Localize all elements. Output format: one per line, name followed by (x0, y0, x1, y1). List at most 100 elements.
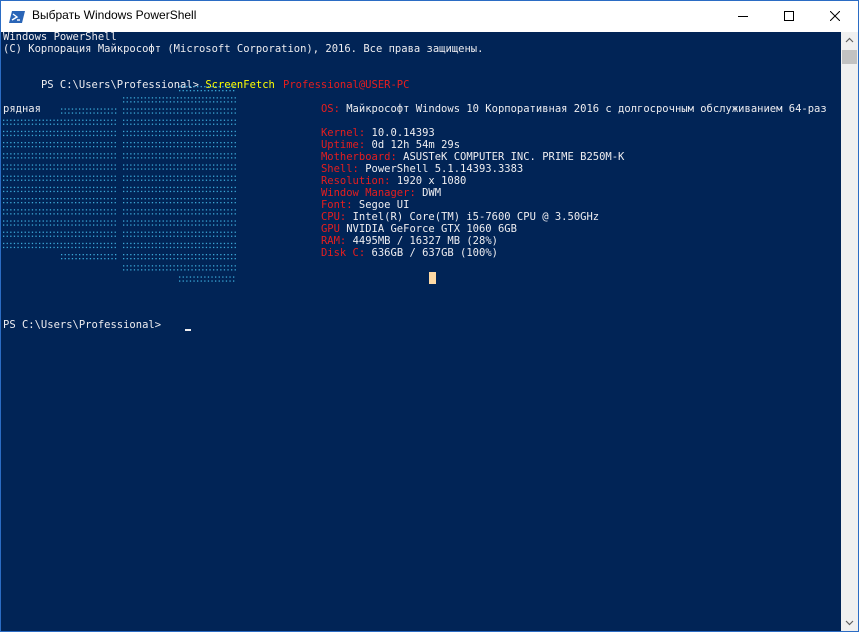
logo-dot (173, 97, 175, 99)
logo-dot (42, 153, 44, 155)
logo-dot (3, 153, 5, 155)
logo-dot (191, 265, 193, 267)
logo-dot (57, 119, 59, 121)
logo-dot (137, 209, 139, 211)
logo-dot (151, 220, 154, 222)
logo-dot (60, 130, 62, 133)
logo-dot (191, 202, 193, 204)
logo-dot (169, 146, 172, 148)
logo-dot (177, 186, 179, 189)
logo-dot (133, 235, 136, 237)
logo-dot (60, 146, 62, 148)
logo-dot (177, 142, 179, 144)
logo-dot (166, 123, 168, 125)
logo-dot (205, 258, 208, 260)
logo-dot (53, 231, 55, 233)
logo-dot (144, 97, 146, 99)
logo-dot (82, 164, 84, 166)
logo-dot (216, 175, 218, 177)
logo-dot (97, 258, 99, 260)
logo-dot (173, 213, 175, 215)
logo-dot (75, 130, 77, 133)
logo-dot (46, 134, 48, 137)
vertical-scrollbar[interactable] (841, 32, 858, 631)
logo-dot (100, 153, 102, 155)
logo-dot (64, 198, 66, 200)
logo-dot (195, 224, 197, 226)
logo-dot (231, 112, 233, 114)
logo-dot (71, 112, 74, 114)
logo-dot (215, 86, 217, 88)
logo-dot (133, 269, 136, 271)
logo-dot (155, 258, 157, 260)
logo-dot (39, 157, 41, 159)
logo-dot (21, 179, 23, 181)
logo-dot (114, 209, 116, 211)
logo-dot (24, 242, 26, 245)
logo-dot (6, 119, 8, 121)
logo-dot (216, 202, 218, 204)
logo-dot (234, 235, 236, 237)
console-output[interactable]: Windows PowerShell (C) Корпорация Майкро… (1, 32, 841, 631)
logo-dot (198, 269, 200, 271)
logo-dot (97, 254, 99, 256)
logo-dot (49, 157, 52, 159)
logo-dot (78, 119, 80, 121)
logo-dot (231, 246, 233, 249)
logo-dot (159, 254, 161, 256)
logo-dot (13, 175, 16, 177)
logo-dot (216, 220, 218, 222)
logo-dot (107, 108, 110, 110)
logo-dot (21, 153, 23, 155)
logo-dot (64, 220, 66, 222)
logo-dot (67, 242, 70, 245)
scroll-thumb[interactable] (842, 50, 857, 64)
logo-dot (234, 246, 236, 249)
logo-dot (198, 142, 200, 144)
logo-dot (180, 153, 182, 155)
logo-dot (209, 186, 211, 189)
logo-dot (159, 186, 161, 189)
logo-dot (205, 97, 208, 99)
logo-dot (67, 235, 70, 237)
logo-dot (159, 220, 161, 222)
logo-dot (133, 168, 136, 170)
logo-dot (173, 175, 175, 177)
logo-dot (10, 134, 12, 137)
logo-dot (93, 157, 95, 159)
close-button[interactable] (812, 1, 858, 32)
logo-dot (6, 190, 8, 193)
logo-dot (151, 101, 154, 103)
maximize-button[interactable] (766, 1, 812, 32)
logo-dot (130, 186, 132, 189)
scroll-down-button[interactable] (841, 614, 858, 631)
scroll-up-button[interactable] (841, 32, 858, 49)
logo-dot (195, 242, 197, 245)
logo-dot (53, 119, 55, 121)
logo-dot (42, 134, 44, 137)
logo-dot (64, 179, 66, 181)
logo-dot (75, 186, 77, 189)
title-bar[interactable]: Выбрать Windows PowerShell (1, 1, 858, 32)
logo-dot (189, 280, 192, 282)
logo-dot (31, 242, 34, 245)
logo-dot (126, 186, 128, 189)
logo-dot (57, 179, 59, 181)
logo-dot (180, 246, 182, 249)
logo-dot (130, 134, 132, 137)
logo-dot (103, 123, 106, 125)
logo-dot (155, 175, 157, 177)
logo-dot (184, 130, 186, 133)
logo-dot (209, 202, 211, 204)
logo-dot (53, 224, 55, 226)
logo-dot (123, 242, 125, 245)
logo-dot (115, 258, 117, 260)
logo-dot (60, 231, 62, 233)
minimize-button[interactable] (720, 1, 766, 32)
logo-dot (195, 142, 197, 144)
logo-dot (177, 130, 179, 133)
logo-dot (213, 186, 215, 189)
logo-dot (82, 224, 84, 226)
logo-dot (126, 220, 128, 222)
logo-dot (198, 231, 200, 233)
